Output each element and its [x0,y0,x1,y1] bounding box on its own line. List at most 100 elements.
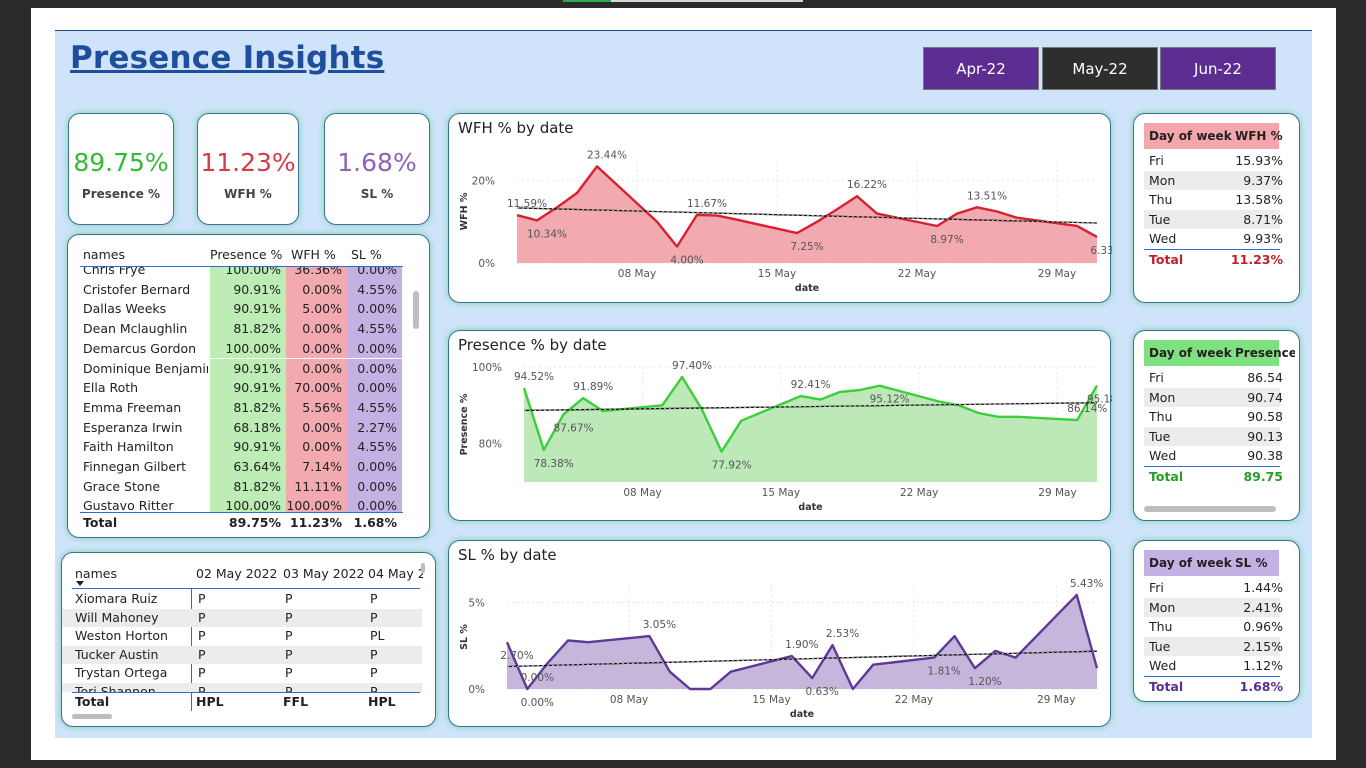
col-header-sl[interactable]: SL % [351,244,401,266]
vertical-scrollbar[interactable] [413,291,419,329]
table-row[interactable]: Dean Mclaughlin 81.82% 0.00% 4.55% [68,319,413,339]
vertical-scrollbar[interactable] [421,563,425,573]
cell-wfh: 5.56% [286,397,347,418]
col-header-day[interactable]: Day of week [1149,550,1239,576]
slicer-apr[interactable]: Apr-22 [923,47,1039,90]
data-label: 0.63% [805,686,838,698]
data-label: 4.00% [670,255,703,267]
table-row[interactable]: Mon 90.74 [1144,387,1283,408]
cell-value: 90.38 [1247,448,1283,464]
col-header-value[interactable]: WFH % [1235,123,1295,149]
data-label: 16.22% [847,179,887,191]
cell-name: Grace Stone [83,478,161,494]
total-date-3: HPL [368,694,396,709]
col-header-names[interactable]: names [83,244,203,266]
cell-date-3: PL [370,628,385,643]
cell-sl: 4.55% [347,397,402,418]
slicer-jun[interactable]: Jun-22 [1160,47,1276,90]
table-row[interactable]: Thu 13.58% [1144,190,1283,210]
table-row[interactable]: Tori Shannon P P P [62,682,422,692]
cell-wfh: 0.00% [286,358,347,379]
sl-chart-card: SL % by date 0% 5% 08 May 15 May 22 May 29 Ma… [448,540,1111,727]
col-header-names[interactable]: names [75,563,185,585]
header-divider [72,588,420,589]
wfh-area-chart[interactable]: 0% 20% 08 May 15 May 22 May 29 May date WFH % 11… [449,114,1112,304]
table-row[interactable]: Faith Hamilton 90.91% 0.00% 4.55% [68,437,413,457]
col-header-date-2[interactable]: 03 May 2022 [283,563,367,585]
cell-day: Thu [1149,409,1173,425]
x-tick-label: 29 May [1038,487,1076,499]
col-header-wfh[interactable]: WFH % [291,244,351,266]
data-label: 6.33% [1090,245,1112,257]
cell-name: Dallas Weeks [83,301,167,317]
table-row[interactable]: Thu 0.96% [1144,617,1283,637]
table-row[interactable]: Wed 9.93% [1144,229,1283,249]
x-tick-label: 15 May [752,694,790,706]
table-row[interactable]: Cristofer Bernard 90.91% 0.00% 4.55% [68,279,413,300]
sl-area-chart[interactable]: 0% 5% 08 May 15 May 22 May 29 May date SL % 0.00… [449,541,1112,728]
cell-wfh: 5.00% [286,299,347,320]
cell-sl: 2.27% [347,417,402,438]
sort-descending-icon[interactable] [76,581,84,586]
col-header-day[interactable]: Day of week [1149,123,1239,149]
wfh-chart-card: WFH % by date 0% 20% 08 May 15 May 22 May 29 … [448,113,1112,304]
col-header-value[interactable]: SL % [1235,550,1295,576]
cell-name: Dominique Benjamin [83,360,208,376]
table-row[interactable]: Thu 90.58 [1144,407,1283,427]
cell-wfh: 36.36% [286,267,347,280]
data-label: 92.41% [791,379,831,391]
table-row[interactable]: Dominique Benjamin 90.91% 0.00% 0.00% [68,358,413,379]
cell-name: Demarcus Gordon [83,340,197,356]
col-header-presence[interactable]: Presence % [210,244,286,266]
horizontal-scrollbar[interactable] [1144,506,1276,512]
cell-value: 1.44% [1243,580,1283,595]
slicer-may[interactable]: May-22 [1042,47,1158,90]
col-header-date-3[interactable]: 04 May 2 [368,563,423,585]
table-row[interactable]: Dallas Weeks 90.91% 5.00% 0.00% [68,299,413,320]
cell-sl: 4.55% [347,437,402,457]
table-row[interactable]: Mon 9.37% [1144,170,1283,191]
horizontal-scrollbar[interactable] [72,714,112,719]
table-row[interactable]: Tue 90.13 [1144,426,1283,447]
presence-area-chart[interactable]: 80%100%08 May 15 May 22 May 29 MaydatePrese… [449,331,1112,522]
table-row[interactable]: Mon 2.41% [1144,597,1283,618]
table-row[interactable]: Grace Stone 81.82% 11.11% 0.00% [68,476,413,497]
total-row: Total 1.68% [1144,677,1283,697]
col-header-value[interactable]: Presence [1235,340,1295,366]
table-row[interactable]: Gustavo Ritter 100.00% 100.00% 0.00% [68,496,413,513]
cell-day: Fri [1149,370,1164,385]
col-header-date-1[interactable]: 02 May 2022 [196,563,280,585]
cell-day: Thu [1149,192,1173,208]
kpi-label: SL % [360,187,394,201]
table-row[interactable]: Esperanza Irwin 68.18% 0.00% 2.27% [68,417,413,438]
table-row[interactable]: Tucker Austin P P P [62,645,422,664]
table-row[interactable]: Xiomara Ruiz P P P [62,590,422,609]
table-row[interactable]: Ella Roth 90.91% 70.00% 0.00% [68,378,413,398]
cell-date-3: P [370,646,378,662]
table-row[interactable]: Emma Freeman 81.82% 5.56% 4.55% [68,397,413,418]
table-row[interactable]: Fri 15.93% [1144,151,1283,171]
table-row[interactable]: Fri 1.44% [1144,578,1283,598]
table-row[interactable]: Finnegan Gilbert 63.64% 7.14% 0.00% [68,457,413,477]
table-row[interactable]: Tue 8.71% [1144,209,1283,230]
table-row[interactable]: Wed 90.38 [1144,446,1283,466]
table-row[interactable]: Tue 2.15% [1144,636,1283,657]
cell-presence: 90.91% [210,279,286,300]
table-row[interactable]: Weston Horton P P PL [62,627,422,646]
table-row[interactable]: Chris Frye 100.00% 36.36% 0.00% [68,267,413,280]
data-label: 23.44% [587,149,627,161]
x-tick-label: 22 May [895,694,933,706]
total-label: Total [75,694,110,709]
table-row[interactable]: Fri 86.54 [1144,368,1283,388]
page-title: Presence Insights [70,40,385,76]
col-header-day[interactable]: Day of week [1149,340,1239,366]
table-row[interactable]: Demarcus Gordon 100.00% 0.00% 0.00% [68,338,413,359]
table-row[interactable]: Trystan Ortega P P P [62,664,422,683]
x-tick-label: 29 May [1038,268,1076,280]
x-axis-label: date [795,283,819,294]
table-row[interactable]: Will Mahoney P P P [62,608,422,627]
table-row[interactable]: Wed 1.12% [1144,656,1283,676]
cell-value: 90.74 [1247,389,1283,405]
total-label: Total [1149,469,1184,484]
x-axis-label: date [798,502,822,513]
